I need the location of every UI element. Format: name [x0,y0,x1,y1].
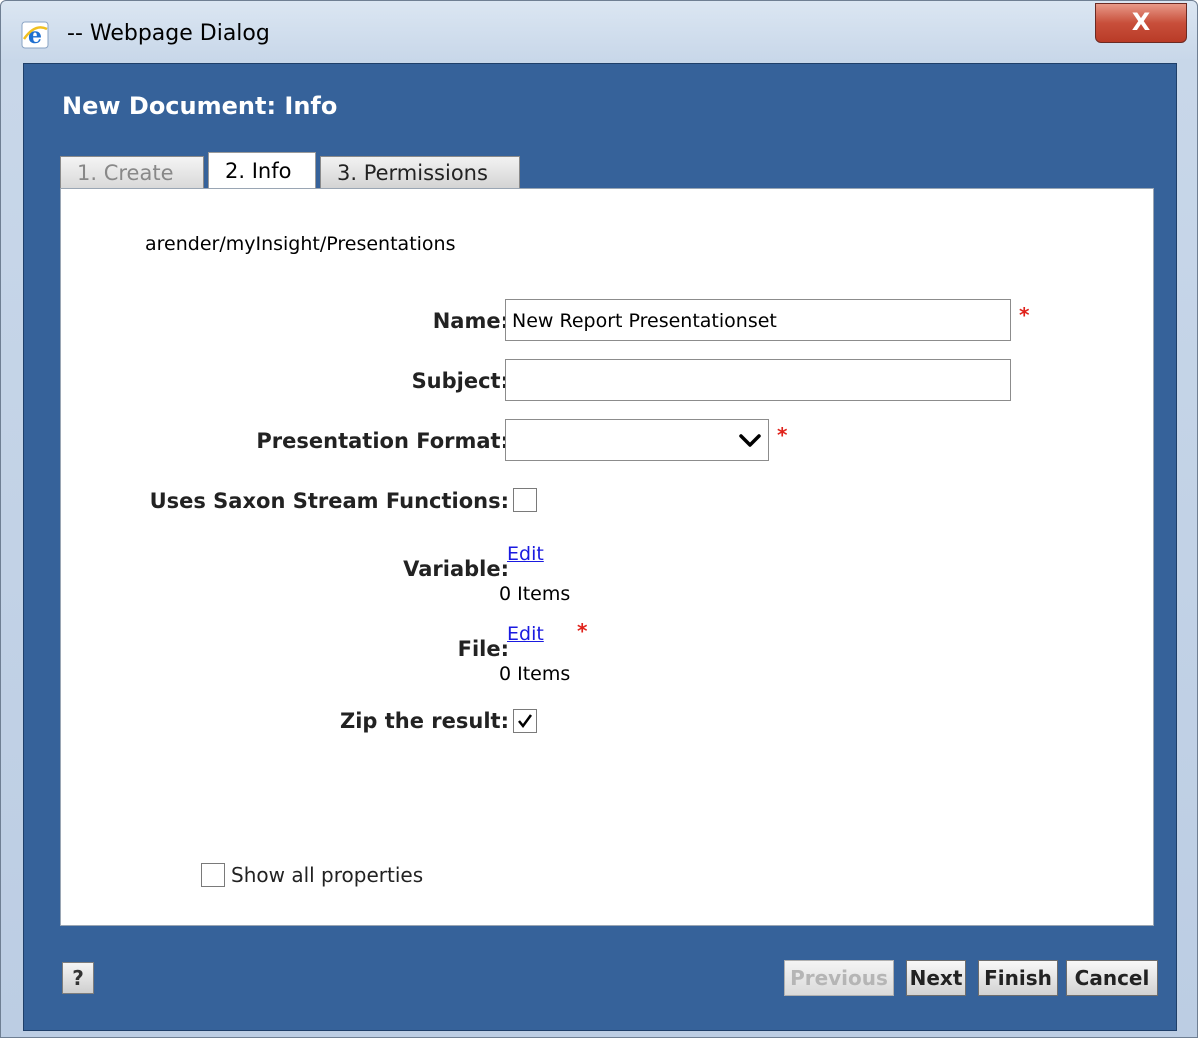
finish-button[interactable]: Finish [978,960,1058,996]
checkmark-icon [518,714,533,729]
folder-path: arender/myInsight/Presentations [145,233,456,255]
info-panel: arender/myInsight/Presentations Name: Ne… [60,188,1154,926]
subject-input[interactable] [505,359,1011,401]
presentation-format-select[interactable] [505,419,769,461]
show-all-properties-label[interactable]: Show all properties [231,863,423,887]
file-items-count: 0 Items [499,663,571,685]
tab-permissions[interactable]: 3. Permissions [320,156,520,188]
file-label: File: [457,637,509,661]
title-bar: e -- Webpage Dialog X [1,1,1197,63]
name-label: Name: [432,309,509,333]
variable-items-count: 0 Items [499,583,571,605]
tab-create[interactable]: 1. Create [60,156,204,188]
zip-result-checkbox[interactable] [513,709,537,733]
cancel-button[interactable]: Cancel [1066,960,1158,996]
next-button[interactable]: Next [906,960,966,996]
internet-explorer-icon: e [21,21,49,49]
file-edit-link[interactable]: Edit [507,623,544,645]
page-title: New Document: Info [62,92,338,120]
format-required-mark: * [777,423,788,447]
subject-label: Subject: [411,369,509,393]
chevron-down-icon [739,434,761,447]
file-required-mark: * [577,619,588,643]
show-all-properties-checkbox[interactable] [201,863,225,887]
dialog-frame: New Document: Info 1. Create 2. Info 3. … [23,63,1177,1031]
variable-edit-link[interactable]: Edit [507,543,544,565]
help-button[interactable]: ? [62,962,94,994]
name-input[interactable]: New Report Presentationset [505,299,1011,341]
saxon-checkbox[interactable] [513,488,537,512]
previous-button[interactable]: Previous [784,960,894,996]
webpage-dialog-window: e -- Webpage Dialog X New Document: Info… [0,0,1198,1038]
zip-result-label: Zip the result: [340,709,509,733]
presentation-format-label: Presentation Format: [256,429,509,453]
saxon-label: Uses Saxon Stream Functions: [149,489,509,513]
name-required-mark: * [1019,303,1030,327]
variable-label: Variable: [403,557,509,581]
tab-info[interactable]: 2. Info [208,152,316,189]
close-button[interactable]: X [1095,3,1187,43]
window-title: -- Webpage Dialog [67,21,270,46]
